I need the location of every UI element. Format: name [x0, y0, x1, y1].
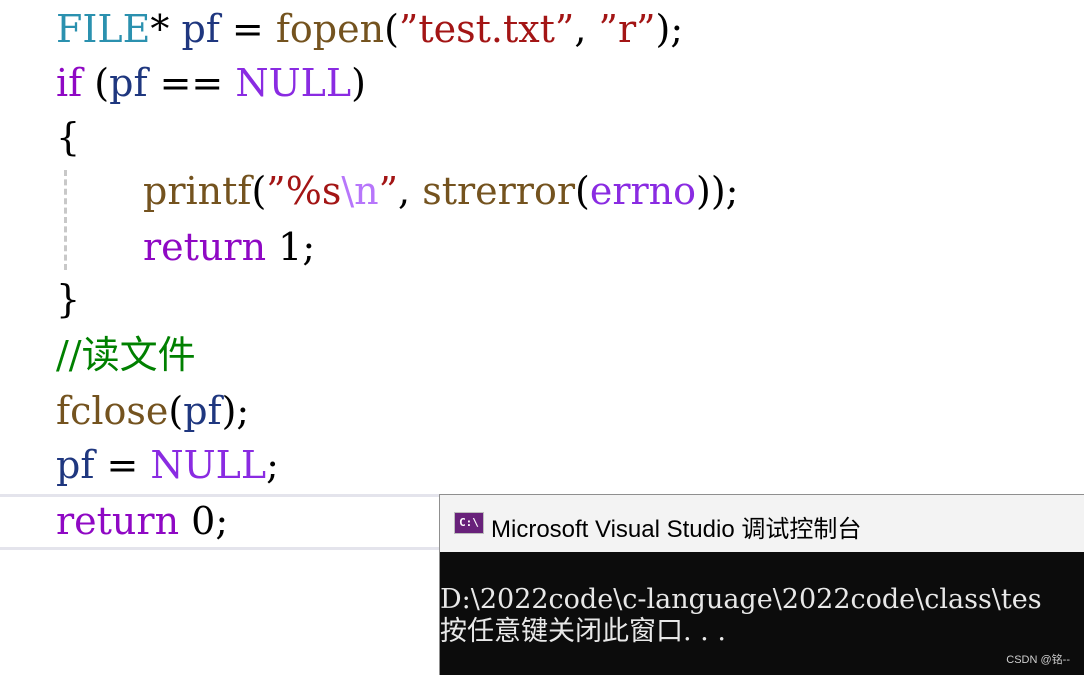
code-token: return [56, 499, 180, 543]
code-line-3[interactable]: { [0, 110, 1084, 164]
code-text: return 0; [56, 494, 228, 548]
code-token: * [150, 7, 182, 51]
console-output-line: D:\2022code\c-language\2022code\class\te… [440, 584, 1042, 615]
code-token: ; [266, 443, 279, 487]
vs-console-icon: C:\ [454, 512, 484, 534]
code-line-4[interactable]: printf(”%s\n”, strerror(errno)); [0, 164, 1084, 218]
code-line-9[interactable]: pf = NULL; [0, 438, 1084, 492]
code-token: 1 [278, 225, 303, 269]
console-output-line: 按任意键关闭此窗口. . . [440, 616, 726, 647]
code-token: ) [351, 61, 366, 105]
code-token: FILE [56, 7, 151, 51]
code-token: 0 [191, 499, 216, 543]
code-token: NULL [150, 443, 267, 487]
code-token: ( [251, 169, 267, 213]
code-token: , [574, 7, 599, 51]
code-text: //读文件 [56, 328, 196, 382]
code-token: pf [56, 443, 95, 487]
code-line-8[interactable]: fclose(pf); [0, 384, 1084, 438]
code-token: fclose [56, 389, 169, 433]
code-token: ); [221, 389, 250, 433]
code-line-6[interactable]: } [0, 272, 1084, 326]
code-token: errno [589, 169, 697, 213]
code-token: \n [341, 169, 379, 213]
code-token: == [147, 61, 236, 105]
code-token: ”test.txt” [398, 7, 575, 51]
code-token: )); [696, 169, 739, 213]
code-text: printf(”%s\n”, strerror(errno)); [143, 164, 738, 218]
code-token: } [56, 277, 81, 321]
debug-console-window[interactable]: C:\ Microsoft Visual Studio 调试控制台 D:\202… [439, 494, 1084, 675]
code-text: fclose(pf); [56, 384, 249, 438]
code-line-2[interactable]: if (pf == NULL) [0, 56, 1084, 110]
code-token: ( [168, 389, 184, 433]
code-token: ”r” [598, 7, 656, 51]
code-text: pf = NULL; [56, 438, 279, 492]
code-token: = [219, 7, 276, 51]
code-token: ; [302, 225, 316, 269]
code-line-5[interactable]: return 1; [0, 220, 1084, 274]
code-token: pf [181, 7, 220, 51]
code-token: NULL [235, 61, 352, 105]
code-token: pf [183, 389, 222, 433]
console-title: Microsoft Visual Studio 调试控制台 [491, 516, 862, 543]
code-text: FILE* pf = fopen(”test.txt”, ”r”); [56, 2, 683, 56]
code-token: ); [655, 7, 684, 51]
code-text: } [56, 272, 80, 326]
code-line-1[interactable]: FILE* pf = fopen(”test.txt”, ”r”); [0, 2, 1084, 56]
code-token: ” [378, 169, 399, 213]
console-titlebar[interactable]: C:\ Microsoft Visual Studio 调试控制台 [440, 495, 1084, 552]
code-token: , [398, 169, 423, 213]
code-token: { [56, 115, 81, 159]
code-token: printf [143, 169, 252, 213]
code-text: { [56, 110, 80, 164]
code-text: return 1; [143, 220, 315, 274]
code-token: strerror [422, 169, 576, 213]
code-token: = [94, 443, 151, 487]
code-token: ( [82, 61, 110, 105]
code-token: //读文件 [56, 333, 196, 377]
code-token: fopen [275, 7, 385, 51]
code-token: return [143, 225, 267, 269]
code-token: ( [575, 169, 590, 213]
watermark: CSDN @铭-- [1006, 654, 1070, 666]
code-token: ”%s [266, 169, 342, 213]
code-token: ( [384, 7, 399, 51]
code-text: if (pf == NULL) [56, 56, 366, 110]
code-line-7[interactable]: //读文件 [0, 328, 1084, 382]
console-output[interactable]: D:\2022code\c-language\2022code\class\te… [440, 552, 1084, 675]
code-token: if [56, 61, 83, 105]
code-token: pf [109, 61, 148, 105]
code-token: ; [215, 499, 229, 543]
